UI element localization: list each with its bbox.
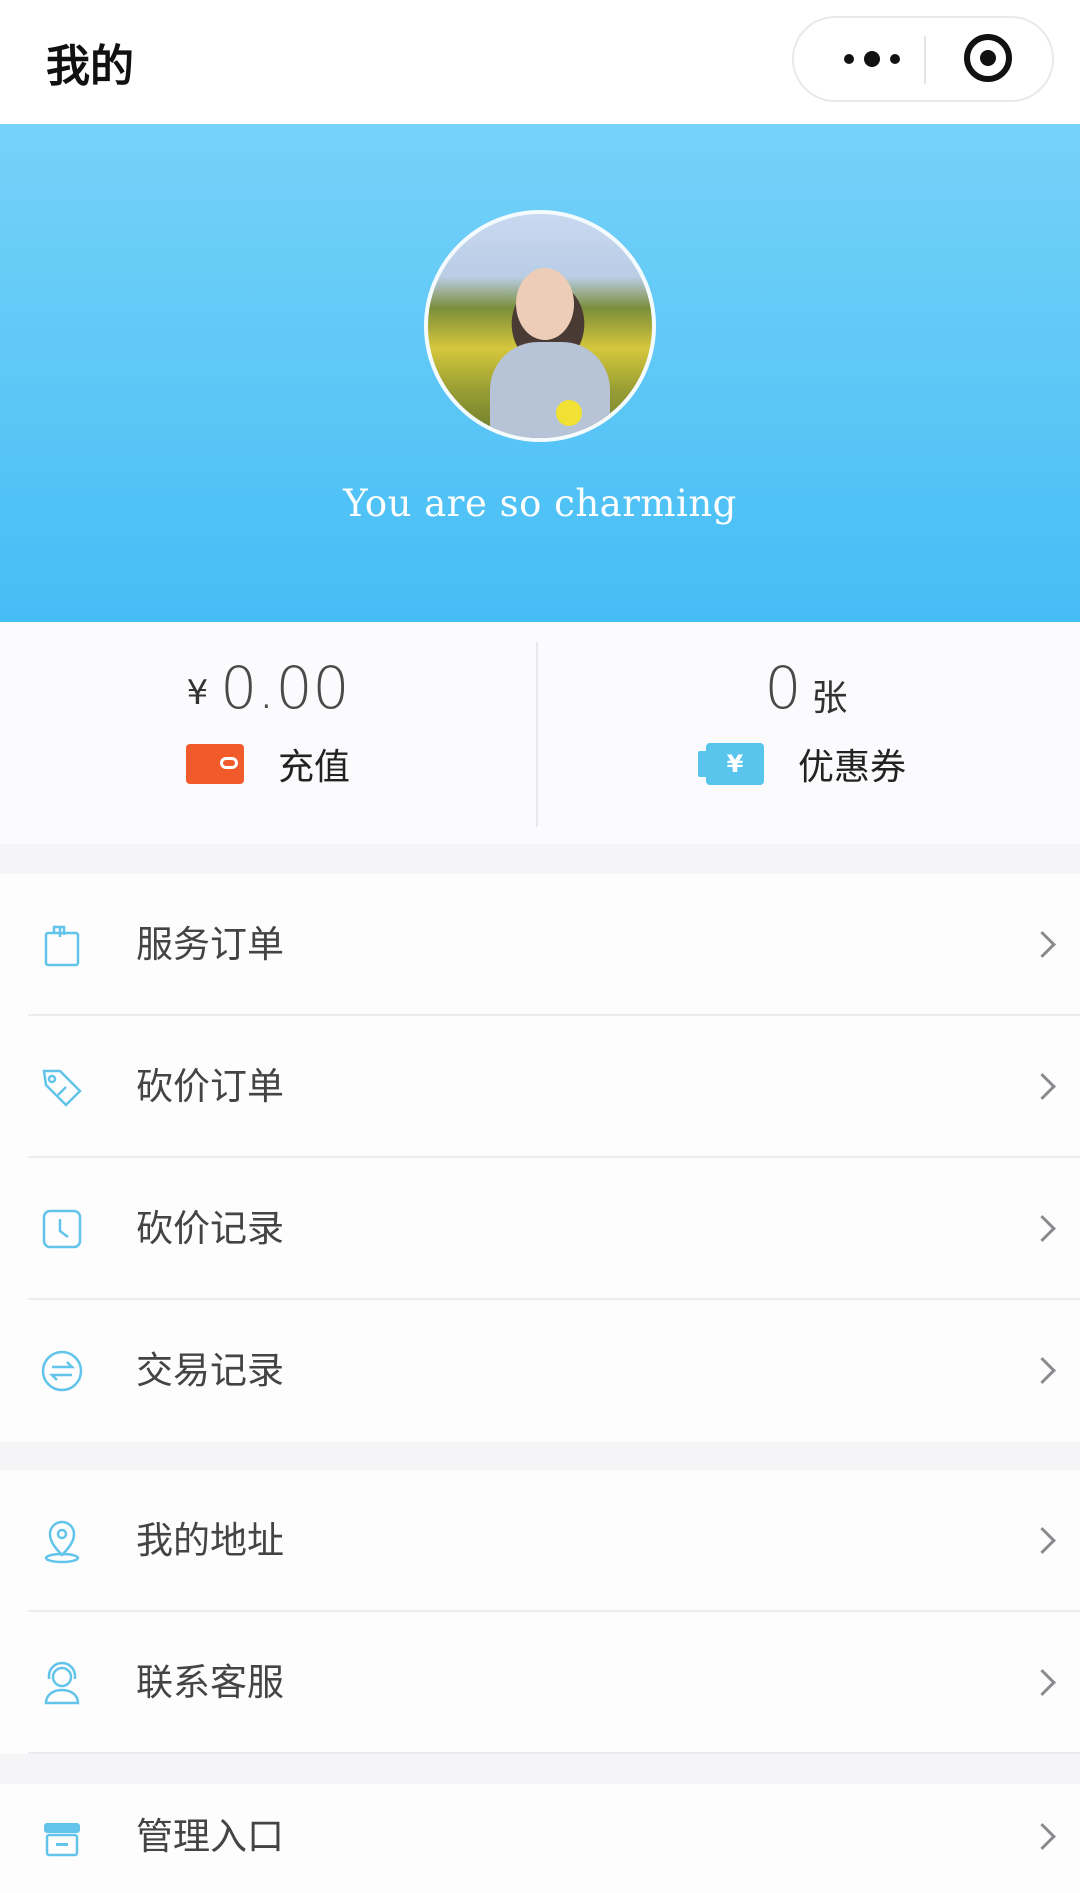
recharge-label: 充值: [277, 747, 350, 788]
location-icon: [38, 1517, 86, 1565]
chevron-right-icon: [1029, 1669, 1056, 1696]
more-options-button[interactable]: [830, 18, 914, 100]
chevron-right-icon: [1029, 1357, 1056, 1384]
wallet-icon: [185, 744, 244, 784]
chevron-right-icon: [1029, 1073, 1056, 1100]
recharge-button[interactable]: 充值: [0, 738, 536, 790]
headset-icon: [38, 1659, 86, 1707]
menu-item-admin-entry[interactable]: 管理入口: [0, 1784, 1080, 1893]
mini-program-capsule: [792, 16, 1054, 102]
menu-item-bargain-orders[interactable]: 砍价订单: [0, 1016, 1080, 1158]
capsule-divider: [924, 36, 926, 84]
menu-item-label: 管理入口: [136, 1815, 284, 1858]
coupon-icon: ¥: [697, 743, 764, 785]
page-title: 我的: [46, 41, 134, 92]
menu-item-customer-service[interactable]: 联系客服: [0, 1612, 1080, 1754]
clock-icon: [38, 1205, 86, 1253]
exchange-icon: [38, 1347, 86, 1395]
menu-item-service-orders[interactable]: 服务订单: [0, 874, 1080, 1016]
balance-stat[interactable]: ¥0.00 充值: [0, 622, 536, 844]
avatar[interactable]: [424, 210, 656, 442]
menu-item-label: 砍价记录: [136, 1207, 284, 1250]
coupon-label: 优惠券: [797, 747, 906, 788]
chevron-right-icon: [1029, 1823, 1056, 1850]
coupon-unit: 张: [811, 678, 848, 719]
account-stats: ¥0.00 充值 0张 ¥ 优惠券: [0, 622, 1080, 844]
chevron-right-icon: [1029, 931, 1056, 958]
menu-item-label: 我的地址: [136, 1519, 284, 1562]
tag-icon: [38, 1063, 86, 1111]
menu-item-transaction-records[interactable]: 交易记录: [0, 1300, 1080, 1442]
coupon-button[interactable]: ¥ 优惠券: [538, 738, 1074, 790]
profile-header: You are so charming: [0, 124, 1080, 622]
menu-item-bargain-records[interactable]: 砍价记录: [0, 1158, 1080, 1300]
menu-item-label: 服务订单: [136, 923, 284, 966]
menu-group-admin: 管理入口: [0, 1784, 1080, 1893]
menu-group-service: 我的地址 联系客服: [0, 1470, 1080, 1754]
bag-icon: [38, 921, 86, 969]
currency-symbol: ¥: [186, 673, 209, 713]
balance-amount: 0.00: [220, 654, 350, 722]
coupon-stat[interactable]: 0张 ¥ 优惠券: [538, 622, 1074, 844]
menu-item-label: 砍价订单: [136, 1065, 284, 1108]
chevron-right-icon: [1029, 1527, 1056, 1554]
menu-item-label: 联系客服: [136, 1661, 284, 1704]
store-icon: [38, 1813, 86, 1861]
profile-slogan: You are so charming: [343, 482, 737, 525]
close-target-icon[interactable]: [964, 34, 1012, 82]
menu-item-label: 交易记录: [136, 1349, 284, 1392]
menu-item-my-address[interactable]: 我的地址: [0, 1470, 1080, 1612]
menu-group-orders: 服务订单 砍价订单 砍价记录 交易记录: [0, 874, 1080, 1442]
coupon-count: 0: [764, 654, 802, 722]
chevron-right-icon: [1029, 1215, 1056, 1242]
top-bar: 我的: [0, 0, 1080, 124]
